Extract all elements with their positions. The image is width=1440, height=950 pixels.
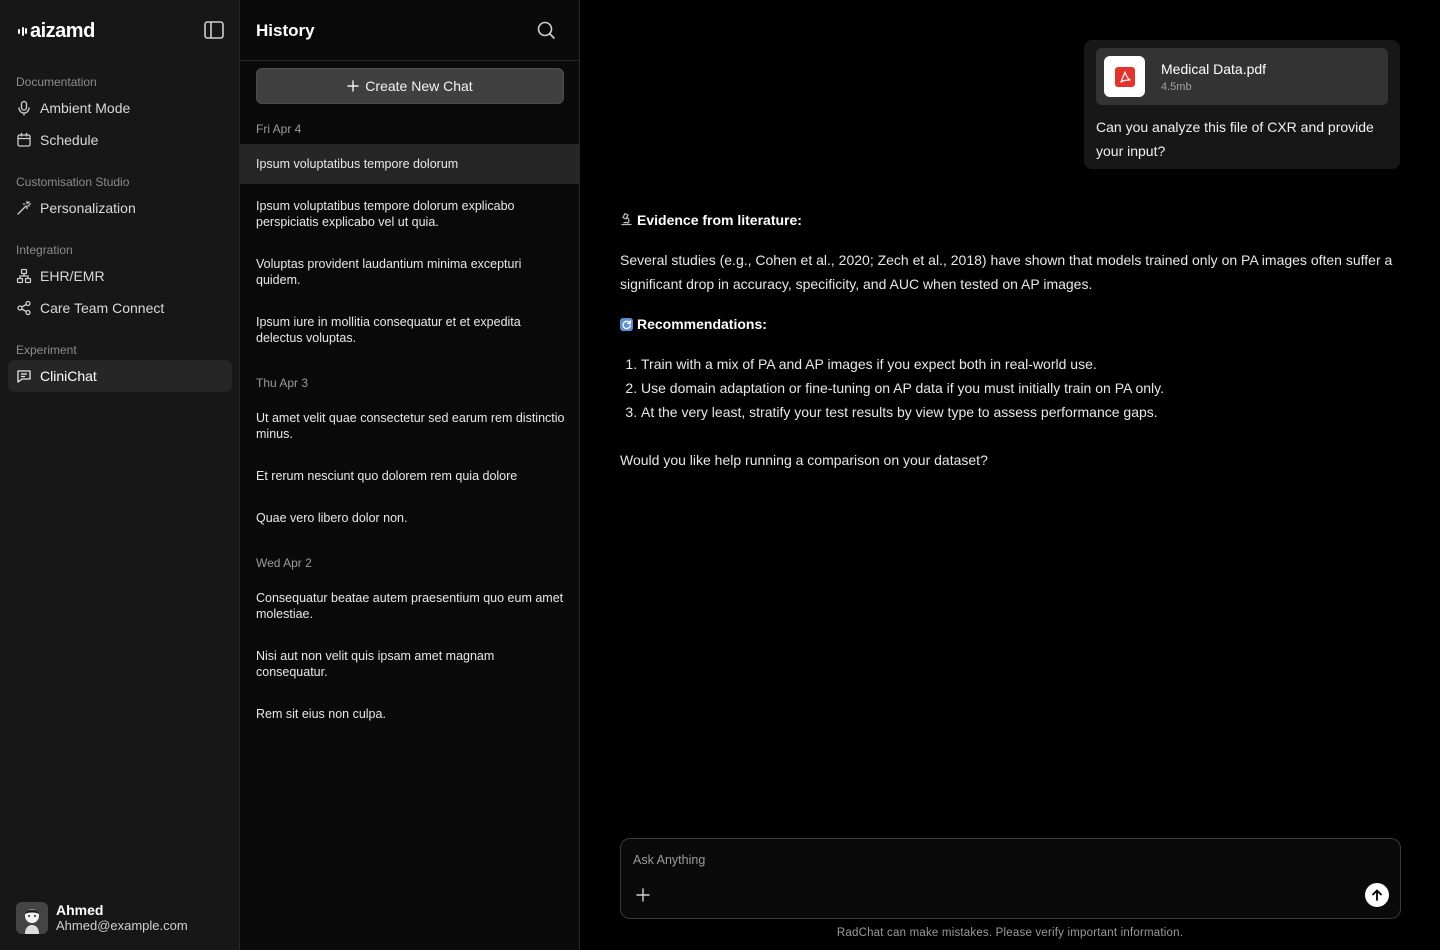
user-name: Ahmed (56, 902, 104, 918)
history-date-label: Fri Apr 4 (256, 122, 302, 136)
history-item[interactable]: Ipsum voluptatibus tempore dolorum expli… (240, 198, 579, 230)
calendar-icon (17, 132, 31, 147)
file-size: 4.5mb (1161, 81, 1192, 93)
sidebar-item-label: CliniChat (40, 368, 97, 384)
history-item[interactable]: Consequatur beatae autem praesentium quo… (240, 590, 579, 622)
sidebar-item-label: Schedule (40, 132, 99, 148)
evidence-heading-text: Evidence from literature: (637, 212, 802, 228)
sidebar-toggle-icon[interactable] (203, 20, 225, 40)
plus-icon (347, 80, 359, 92)
history-item[interactable]: Ipsum iure in mollitia consequatur et et… (240, 314, 579, 346)
file-attachment-card[interactable]: Medical Data.pdf 4.5mb (1096, 48, 1388, 105)
history-item[interactable]: Voluptas provident laudantium minima exc… (240, 256, 579, 288)
create-new-chat-button[interactable]: Create New Chat (256, 68, 564, 104)
evidence-heading: Evidence from literature: (620, 208, 1400, 232)
history-date-label: Wed Apr 2 (256, 556, 312, 570)
sidebar-item-label: Care Team Connect (40, 300, 165, 316)
chat-input-box (620, 838, 1401, 919)
list-item: Train with a mix of PA and AP images if … (641, 352, 1400, 376)
sidebar-item-label: Ambient Mode (40, 100, 131, 116)
section-label-documentation: Documentation (16, 75, 97, 89)
sidebar-item-personalization[interactable]: Personalization (8, 192, 232, 224)
waveform-icon (18, 26, 27, 36)
history-item[interactable]: Rem sit eius non culpa. (240, 706, 579, 722)
user-profile[interactable]: Ahmed Ahmed@example.com (16, 902, 188, 934)
sidebar-item-label: Personalization (40, 200, 136, 216)
chat-input[interactable] (633, 851, 1333, 869)
network-icon (16, 268, 32, 284)
search-icon[interactable] (536, 20, 556, 40)
microscope-icon (620, 212, 633, 229)
list-item: At the very least, stratify your test re… (641, 400, 1400, 424)
history-date-label: Thu Apr 3 (256, 376, 309, 390)
plus-icon[interactable] (635, 887, 651, 903)
arrow-up-icon (1372, 889, 1382, 901)
sidebar-item-label: EHR/EMR (40, 268, 105, 284)
recommendations-list: Train with a mix of PA and AP images if … (620, 352, 1400, 424)
disclaimer-text: RadChat can make mistakes. Please verify… (836, 927, 1184, 939)
magic-wand-icon (17, 200, 32, 215)
file-name: Medical Data.pdf (1161, 61, 1267, 77)
pdf-file-icon (1104, 56, 1145, 97)
user-email: Ahmed@example.com (56, 918, 188, 933)
history-item[interactable]: Et rerum nesciunt quo dolorem rem quia d… (240, 468, 579, 484)
sidebar-item-ehr-emr[interactable]: EHR/EMR (8, 260, 232, 292)
section-label-experiment: Experiment (16, 343, 77, 357)
history-header: History (240, 0, 579, 61)
history-item[interactable]: Quae vero libero dolor non. (240, 510, 579, 526)
assistant-reply: Evidence from literature: Several studie… (620, 208, 1400, 472)
history-item[interactable]: Nisi aut non velit quis ipsam amet magna… (240, 648, 579, 680)
user-message-text: Can you analyze this file of CXR and pro… (1096, 119, 1374, 159)
section-label-customisation: Customisation Studio (16, 175, 130, 189)
history-panel: History Create New Chat Fri Apr 4 Ipsum … (240, 0, 580, 950)
sidebar-item-schedule[interactable]: Schedule (8, 124, 232, 156)
history-item[interactable]: Ipsum voluptatibus tempore dolorum (240, 144, 579, 184)
microphone-icon (18, 100, 30, 116)
list-item: Use domain adaptation or fine-tuning on … (641, 376, 1400, 400)
send-button[interactable] (1365, 883, 1389, 907)
recommendations-heading-text: Recommendations: (637, 316, 767, 332)
reply-closing-text: Would you like help running a comparison… (620, 452, 988, 468)
brand-name: aizamd (30, 19, 95, 42)
refresh-icon (620, 317, 633, 331)
chat-icon (17, 370, 31, 383)
evidence-text: Several studies (e.g., Cohen et al., 202… (620, 252, 1393, 292)
history-title: History (256, 21, 315, 40)
history-item[interactable]: Ut amet velit quae consectetur sed earum… (240, 410, 579, 442)
share-icon (17, 300, 31, 316)
sidebar-item-ambient-mode[interactable]: Ambient Mode (8, 92, 232, 124)
sidebar: aizamd Documentation Ambient Mode Schedu… (0, 0, 240, 950)
sidebar-item-care-team-connect[interactable]: Care Team Connect (8, 292, 232, 324)
user-message-bubble: Medical Data.pdf 4.5mb Can you analyze t… (1084, 40, 1400, 169)
recommendations-heading: Recommendations: (620, 312, 1400, 336)
section-label-integration: Integration (16, 243, 73, 257)
avatar (16, 902, 48, 934)
brand-logo[interactable]: aizamd (18, 20, 95, 42)
create-new-chat-label: Create New Chat (365, 78, 473, 94)
chat-area: Medical Data.pdf 4.5mb Can you analyze t… (580, 0, 1440, 950)
sidebar-item-clinichat[interactable]: CliniChat (8, 360, 232, 392)
